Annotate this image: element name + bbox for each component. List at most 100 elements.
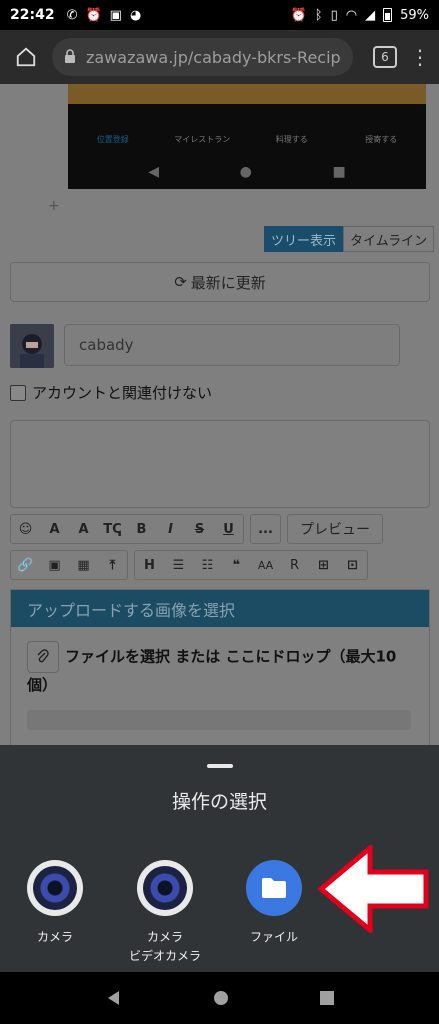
- name-input[interactable]: cabady: [64, 324, 400, 366]
- paperclip-icon[interactable]: [27, 641, 59, 673]
- home-circle-icon[interactable]: [212, 989, 230, 1007]
- text-color-button[interactable]: A: [40, 515, 69, 543]
- upload-button[interactable]: ⤒: [98, 551, 127, 579]
- toolbar-group: H ☰ ☷ ❝ AA R ⊞ ⊡: [134, 550, 368, 580]
- url-field[interactable]: zawazawa.jp/cabady-bkrs-Recip: [52, 38, 353, 76]
- status-left-icons: ✆ ⏰ ▣ ◕: [67, 8, 142, 23]
- app-files[interactable]: ファイル: [229, 860, 319, 945]
- camera-app-icon: [137, 860, 193, 916]
- sheet-handle[interactable]: [207, 764, 233, 768]
- view-toggle: ツリー表示 タイムライン: [264, 226, 435, 252]
- embedded-nav-item: 授寄する: [365, 135, 398, 144]
- home-icon: [16, 47, 36, 67]
- red-arrow-annotation: [318, 845, 429, 933]
- embedded-screenshot: 位置登録 マイレストラン 料理する 授寄する ◀ ● ■: [68, 84, 426, 189]
- status-time: 22:42: [10, 7, 55, 23]
- ruby-button[interactable]: R: [280, 551, 309, 579]
- embedded-navbar: ◀ ● ■: [68, 154, 426, 189]
- battery-level: 59%: [400, 7, 429, 23]
- page-content: 位置登録 マイレストラン 料理する 授寄する ◀ ● ■ + ツリー表示 タイム…: [0, 84, 439, 745]
- table-button[interactable]: ⊞: [309, 551, 338, 579]
- bullet-list-button[interactable]: ☰: [164, 551, 193, 579]
- quote-button[interactable]: ❝: [222, 551, 251, 579]
- embedded-nav-item: 位置登録: [96, 135, 129, 144]
- recents-icon: ■: [332, 163, 346, 180]
- aa-button[interactable]: AA: [251, 551, 280, 579]
- battery-icon: [383, 8, 393, 22]
- refresh-label: 最新に更新: [190, 273, 266, 292]
- toolbar-group: ☺ A A Tↅ B I S U: [10, 514, 244, 544]
- avatar: [10, 324, 54, 368]
- wifi-icon: ◠: [345, 7, 358, 23]
- tab-tree-view[interactable]: ツリー表示: [264, 226, 344, 252]
- signal-icon: ◢: [365, 7, 376, 23]
- italic-button[interactable]: I: [156, 515, 185, 543]
- embedded-nav-item: マイレストラン: [174, 135, 231, 144]
- upload-header: アップロードする画像を選択: [11, 590, 429, 627]
- browser-toolbar: zawazawa.jp/cabady-bkrs-Recip 6 ⋮: [0, 30, 439, 84]
- heading-button[interactable]: H: [135, 551, 164, 579]
- app-label: カメラ: [146, 930, 183, 944]
- tab-timeline[interactable]: タイムライン: [343, 226, 435, 252]
- app-icon: ◕: [129, 7, 142, 23]
- app-sublabel: ビデオカメラ: [128, 949, 201, 963]
- anonymous-checkbox-row[interactable]: アカウントと関連付けない: [10, 382, 212, 403]
- bold-button[interactable]: B: [127, 515, 156, 543]
- checkbox-label: アカウントと関連付けない: [32, 384, 213, 402]
- embedded-nav-item: 料理する: [275, 135, 308, 144]
- embedded-strip: [68, 84, 426, 104]
- app-label: カメラ: [36, 930, 73, 944]
- sheet-title: 操作の選択: [171, 791, 267, 813]
- numbered-list-button[interactable]: ☷: [193, 551, 222, 579]
- upload-progress-bar: [27, 710, 411, 730]
- toolbar-group: 🔗 ▣ ▦ ⤒: [10, 550, 128, 580]
- app-camera[interactable]: カメラ: [10, 860, 100, 945]
- refresh-icon: ⟳: [174, 273, 187, 291]
- camera-app-icon: [27, 860, 83, 916]
- plus-icon[interactable]: +: [48, 198, 60, 214]
- font-size-button[interactable]: Tↅ: [98, 515, 127, 543]
- image-button[interactable]: ▣: [40, 551, 69, 579]
- comment-textarea[interactable]: [10, 420, 430, 508]
- home-circle-icon: ●: [239, 163, 252, 180]
- status-bar: 22:42 ✆ ⏰ ▣ ◕ ⏰ ᛒ ▯ ◠ ◢ 59%: [0, 0, 439, 30]
- app-label: ファイル: [249, 930, 298, 944]
- emoji-button[interactable]: ☺: [11, 515, 40, 543]
- upload-text: ファイルを選択 または ここにドロップ（最大10個）: [27, 647, 397, 695]
- alarm-icon: ⏰: [85, 7, 102, 23]
- editor-toolbar-row2: 🔗 ▣ ▦ ⤒ H ☰ ☷ ❝ AA R ⊞ ⊡: [10, 550, 374, 580]
- fold-button[interactable]: ⊡: [338, 551, 367, 579]
- highlight-button[interactable]: A: [69, 515, 98, 543]
- lock-icon: [64, 48, 76, 67]
- recents-icon[interactable]: [319, 990, 335, 1006]
- upload-body[interactable]: ファイルを選択 または ここにドロップ（最大10個）: [11, 627, 429, 711]
- refresh-button[interactable]: ⟳ 最新に更新: [10, 262, 430, 302]
- embedded-nav: 位置登録 マイレストラン 料理する 授寄する: [68, 104, 426, 149]
- vibrate-icon: ▯: [330, 7, 338, 23]
- app-video-camera[interactable]: カメラ ビデオカメラ: [120, 860, 210, 964]
- strikethrough-button[interactable]: S: [185, 515, 214, 543]
- more-button[interactable]: ...: [251, 515, 280, 543]
- alarm-icon: ⏰: [290, 7, 307, 23]
- editor-toolbar-row1: ☺ A A Tↅ B I S U ... プレビュー: [10, 514, 389, 544]
- phone-icon: ✆: [66, 7, 78, 23]
- tab-switcher-button[interactable]: 6: [373, 46, 397, 68]
- upload-panel: アップロードする画像を選択 ファイルを選択 または ここにドロップ（最大10個）: [10, 589, 430, 745]
- preview-button[interactable]: プレビュー: [288, 515, 382, 543]
- status-right-icons: ⏰ ᛒ ▯ ◠ ◢ 59%: [291, 8, 429, 23]
- anonymous-checkbox[interactable]: [10, 384, 26, 401]
- folder-icon: [246, 860, 302, 916]
- toolbar-group: ...: [250, 514, 281, 544]
- back-icon: ◀: [148, 163, 160, 180]
- url-text: zawazawa.jp/cabady-bkrs-Recip: [86, 47, 341, 67]
- bluetooth-icon: ᛒ: [314, 7, 323, 23]
- link-button[interactable]: 🔗: [11, 551, 40, 579]
- overflow-menu-icon[interactable]: ⋮: [409, 45, 431, 69]
- video-button[interactable]: ▦: [69, 551, 98, 579]
- home-button[interactable]: [8, 39, 44, 75]
- notification-icon: ▣: [109, 7, 122, 23]
- underline-button[interactable]: U: [214, 515, 243, 543]
- back-icon[interactable]: [105, 989, 123, 1007]
- system-nav-bar: [0, 972, 439, 1024]
- toolbar-group: プレビュー: [287, 514, 383, 544]
